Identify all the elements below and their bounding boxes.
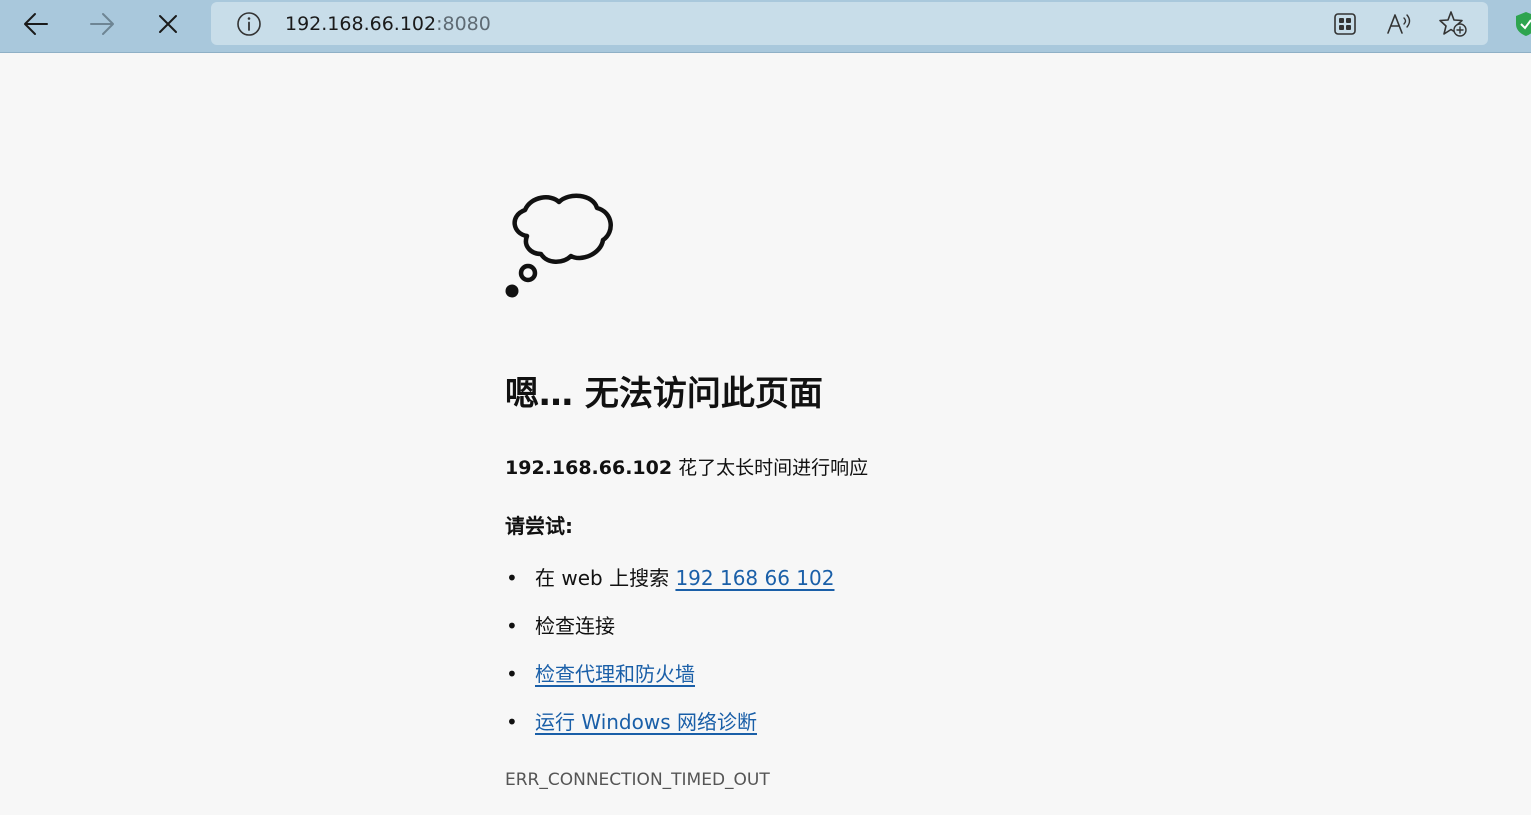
browser-toolbar: 192.168.66.102:8080: [0, 0, 1531, 53]
add-favorite-button[interactable]: [1438, 10, 1468, 38]
stop-loading-button[interactable]: [146, 4, 190, 44]
bullet: •: [506, 614, 518, 638]
forward-button[interactable]: [80, 4, 124, 44]
bullet: •: [506, 566, 518, 590]
back-button[interactable]: [14, 4, 58, 44]
error-description: 192.168.66.102 花了太长时间进行响应: [505, 454, 868, 482]
extension-button[interactable]: [1514, 10, 1531, 38]
network-diagnostics-link[interactable]: 运行 Windows 网络诊断: [535, 710, 757, 734]
close-icon: [159, 15, 177, 33]
add-favorite-icon: [1439, 11, 1467, 37]
error-host: 192.168.66.102: [505, 457, 673, 479]
apps-icon: [1334, 13, 1356, 35]
url-host: 192.168.66.102: [285, 13, 437, 35]
suggestion-proxy-firewall: • 检查代理和防火墙: [505, 660, 695, 688]
suggestion-check-connection: • 检查连接: [505, 612, 615, 640]
suggestion-network-diagnostics: • 运行 Windows 网络诊断: [505, 708, 757, 736]
suggestion-search: • 在 web 上搜索 192 168 66 102: [505, 564, 834, 592]
forward-arrow-icon: [90, 13, 114, 35]
check-connection-text: 检查连接: [535, 614, 615, 638]
try-label: 请尝试:: [505, 514, 573, 538]
search-web-link[interactable]: 192 168 66 102: [675, 566, 834, 590]
info-icon: [237, 12, 261, 36]
shield-icon: [1516, 12, 1531, 36]
error-code: ERR_CONNECTION_TIMED_OUT: [505, 770, 770, 790]
thought-cloud-icon: [505, 193, 613, 298]
proxy-firewall-link[interactable]: 检查代理和防火墙: [535, 662, 695, 686]
bullet: •: [506, 662, 518, 686]
address-bar[interactable]: 192.168.66.102:8080: [211, 2, 1488, 45]
error-message: 花了太长时间进行响应: [678, 457, 869, 479]
search-prefix: 在 web 上搜索: [535, 566, 676, 590]
bullet: •: [506, 710, 518, 734]
apps-button[interactable]: [1330, 10, 1360, 38]
url-port: :8080: [436, 13, 491, 35]
back-arrow-icon: [24, 13, 48, 35]
site-info-button[interactable]: [235, 10, 263, 38]
read-aloud-button[interactable]: [1384, 10, 1414, 38]
url-text[interactable]: 192.168.66.102:8080: [285, 12, 491, 36]
error-heading: 嗯… 无法访问此页面: [505, 374, 823, 414]
read-aloud-icon: [1387, 14, 1411, 34]
